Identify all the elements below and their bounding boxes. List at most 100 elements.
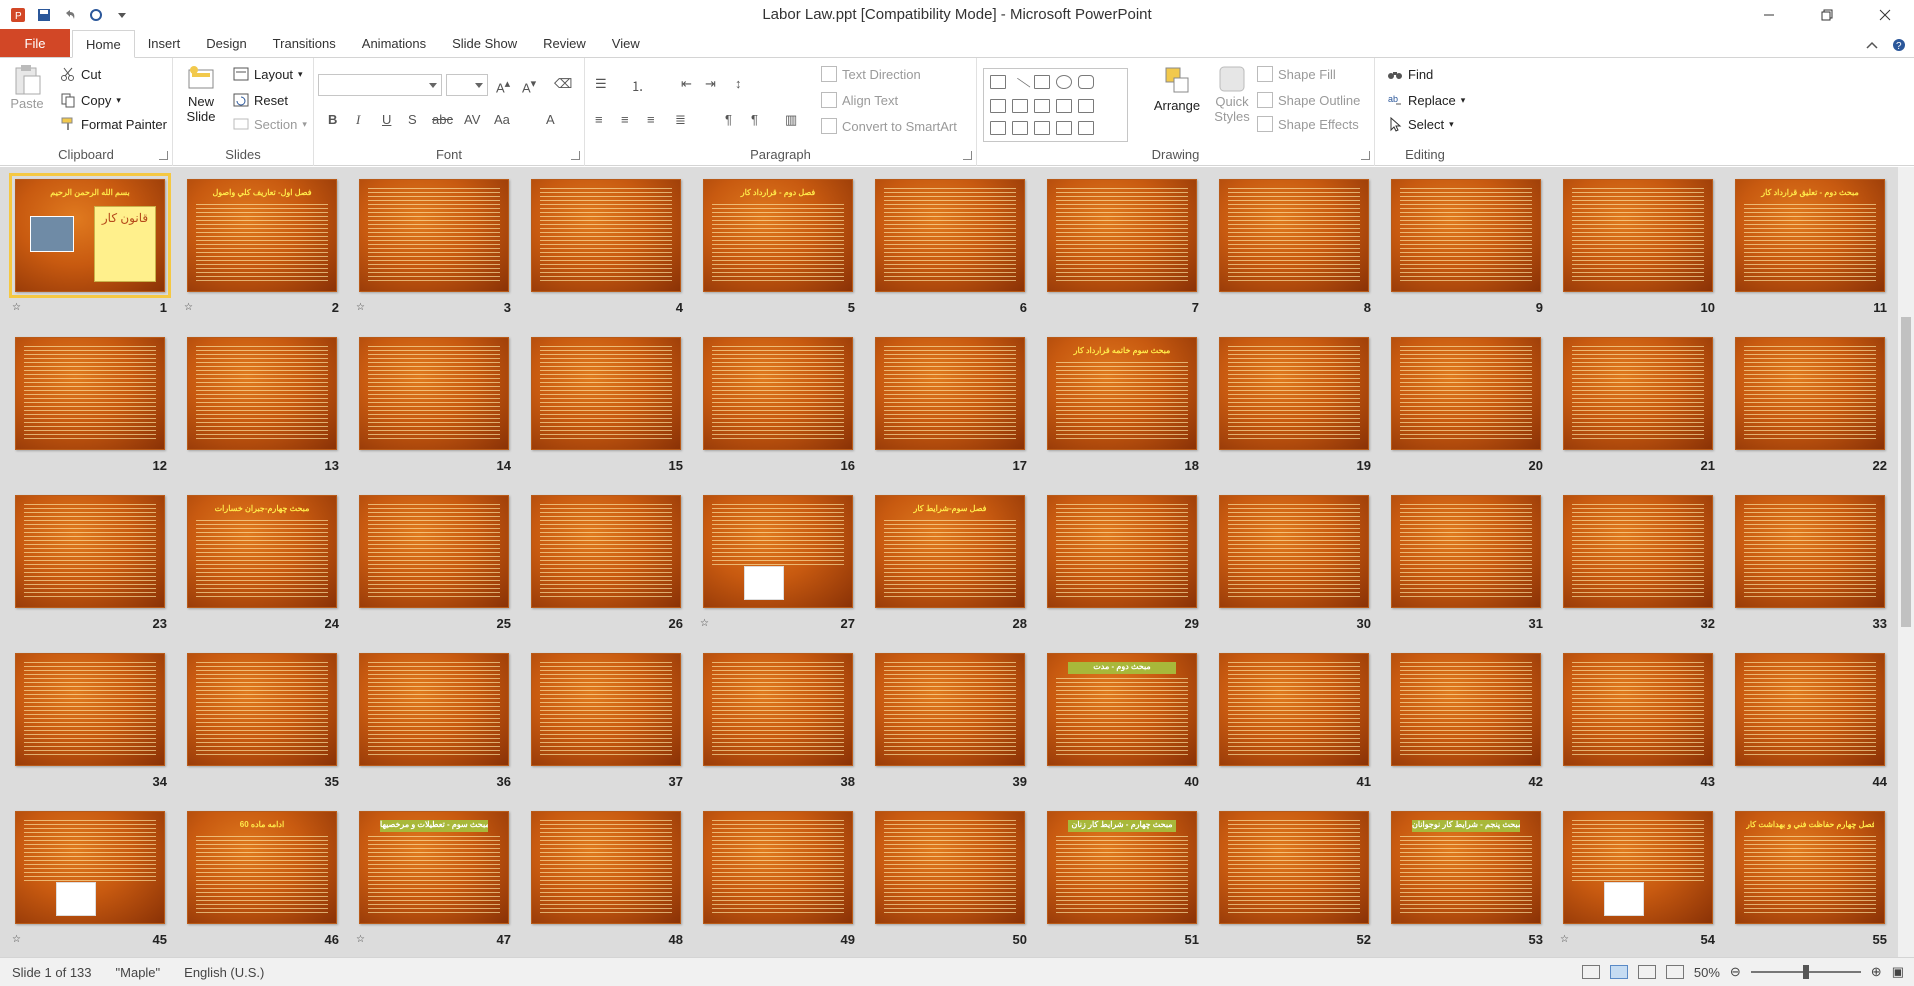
slide-thumbnail-item[interactable]: فصل دوم - قرارداد كار 5 [698, 176, 861, 326]
slide-thumbnail[interactable] [1735, 495, 1885, 608]
slide-thumbnail-item[interactable]: 19 [1214, 334, 1377, 484]
connector-shape-icon[interactable] [1012, 99, 1028, 113]
slide-thumbnail-item[interactable]: 43 [1558, 650, 1721, 800]
columns-icon[interactable]: ▥ [785, 112, 797, 128]
align-center-icon[interactable]: ≡ [621, 112, 629, 127]
zoom-in-icon[interactable]: ⊕ [1871, 964, 1882, 980]
transition-star-icon[interactable]: ☆ [12, 934, 21, 945]
slide-thumbnail-item[interactable]: 23 [10, 492, 173, 642]
brace-shape-icon[interactable] [1034, 121, 1050, 135]
slide-thumbnail-item[interactable]: 52 [1214, 808, 1377, 957]
select-button[interactable]: Select ▾ [1387, 116, 1454, 132]
slide-thumbnail-item[interactable]: 50 [870, 808, 1033, 957]
shrink-font-icon[interactable]: A▾ [522, 77, 536, 95]
slide-thumbnail[interactable] [187, 653, 337, 766]
slide-thumbnail-item[interactable]: مبحث چهارم-جبران خسارات 24 [182, 492, 345, 642]
undo-icon[interactable] [60, 5, 80, 25]
slide-thumbnail[interactable] [1735, 653, 1885, 766]
curve-shape-icon[interactable] [1012, 121, 1028, 135]
font-color-icon[interactable]: A [546, 112, 555, 127]
slide-thumbnail[interactable] [531, 337, 681, 450]
bullets-icon[interactable]: ☰ [595, 76, 607, 92]
slide-thumbnail-item[interactable]: 41 [1214, 650, 1377, 800]
slide-thumbnail-item[interactable]: 12 [10, 334, 173, 484]
language-indicator[interactable]: English (U.S.) [172, 965, 276, 980]
slide-thumbnail-item[interactable]: 42 [1386, 650, 1549, 800]
zoom-level[interactable]: 50% [1694, 965, 1720, 980]
transition-star-icon[interactable]: ☆ [12, 302, 21, 313]
slide-thumbnail[interactable] [531, 495, 681, 608]
align-text-button[interactable]: Align Text [821, 92, 898, 108]
normal-view-icon[interactable] [1581, 965, 1600, 979]
slide-thumbnail[interactable]: مبحث چهارم-جبران خسارات [187, 495, 337, 608]
convert-smartart-button[interactable]: Convert to SmartArt [821, 118, 957, 134]
slide-thumbnail[interactable] [1391, 653, 1541, 766]
shadow-icon[interactable]: S [408, 112, 417, 127]
slide-thumbnail-item[interactable]: 29 [1042, 492, 1205, 642]
elbow-shape-icon[interactable] [1034, 99, 1050, 113]
format-painter-button[interactable]: Format Painter [60, 116, 167, 132]
slide-thumbnail-item[interactable]: بسم الله الرحمن الرحيم قانون كار ☆ 1 [9, 173, 173, 326]
tab-home[interactable]: Home [72, 30, 135, 58]
slide-thumbnail[interactable]: فصل دوم - قرارداد كار [703, 179, 853, 292]
decrease-indent-icon[interactable]: ⇤ [681, 76, 692, 92]
copy-button[interactable]: Copy ▾ [60, 92, 121, 108]
quick-styles-button[interactable]: Quick Styles [1207, 64, 1257, 124]
increase-indent-icon[interactable]: ⇥ [705, 76, 716, 92]
slide-show-view-icon[interactable] [1665, 965, 1684, 979]
slide-thumbnail-item[interactable]: 48 [526, 808, 689, 957]
font-size-dropdown[interactable] [446, 74, 488, 96]
slide-thumbnail[interactable] [1219, 337, 1369, 450]
powerpoint-icon[interactable]: P [8, 5, 28, 25]
clipboard-launcher-icon[interactable] [159, 151, 168, 160]
tab-file[interactable]: File [0, 29, 70, 57]
reading-view-icon[interactable] [1637, 965, 1656, 979]
font-launcher-icon[interactable] [571, 151, 580, 160]
slide-thumbnail-item[interactable]: 22 [1730, 334, 1893, 484]
slide-thumbnail[interactable] [1563, 811, 1713, 924]
slide-thumbnail[interactable]: مبحث دوم - تعليق قرارداد كار [1735, 179, 1885, 292]
slide-thumbnail[interactable] [1219, 495, 1369, 608]
tab-animations[interactable]: Animations [349, 30, 439, 57]
slide-thumbnail-item[interactable]: 17 [870, 334, 1033, 484]
character-spacing-icon[interactable]: AV [464, 112, 480, 127]
slide-thumbnail[interactable] [875, 811, 1025, 924]
minimize-ribbon-icon[interactable] [1866, 38, 1878, 55]
find-button[interactable]: Find [1387, 66, 1433, 82]
slide-thumbnail-item[interactable]: فصل اول- تعاريف كلي واصول ☆ 2 [182, 176, 345, 326]
slide-thumbnail[interactable]: مبحث چهارم - شرايط كار زنان [1047, 811, 1197, 924]
bold-icon[interactable]: B [328, 112, 337, 127]
slide-thumbnail[interactable]: مبحث سوم - تعطيلات و مرخصيها [359, 811, 509, 924]
slide-thumbnail[interactable] [703, 653, 853, 766]
slide-thumbnail[interactable] [187, 337, 337, 450]
slide-thumbnail-item[interactable]: 49 [698, 808, 861, 957]
right-to-left-icon[interactable]: ¶ [751, 112, 758, 127]
justify-icon[interactable]: ≣ [675, 112, 686, 128]
slide-thumbnail-item[interactable]: ادامه ماده 60 46 [182, 808, 345, 957]
star-shape-icon[interactable] [1078, 121, 1094, 135]
slide-thumbnail[interactable] [1563, 653, 1713, 766]
slide-thumbnail[interactable] [531, 811, 681, 924]
shape-effects-button[interactable]: Shape Effects [1257, 116, 1359, 132]
slide-thumbnail-item[interactable]: مبحث سوم - تعطيلات و مرخصيها ☆ 47 [354, 808, 517, 957]
slide-thumbnail-item[interactable]: 14 [354, 334, 517, 484]
bracket-shape-icon[interactable] [1056, 121, 1072, 135]
slide-thumbnail[interactable] [15, 337, 165, 450]
tab-insert[interactable]: Insert [135, 30, 194, 57]
font-name-dropdown[interactable] [318, 74, 442, 96]
shape-outline-button[interactable]: Shape Outline [1257, 92, 1360, 108]
chevron-shape-icon[interactable] [1078, 99, 1094, 113]
close-button[interactable] [1856, 0, 1914, 30]
slide-thumbnail-item[interactable]: 38 [698, 650, 861, 800]
slide-thumbnail[interactable] [1563, 337, 1713, 450]
triangle-shape-icon[interactable] [990, 99, 1006, 113]
slide-thumbnail-item[interactable]: فصل چهارم حفاظت فني و بهداشت كار 55 [1730, 808, 1893, 957]
rectangle-shape-icon[interactable] [1034, 75, 1050, 89]
slide-thumbnail-item[interactable]: 32 [1558, 492, 1721, 642]
slide-thumbnail-item[interactable]: فصل سوم-شرايط كار 28 [870, 492, 1033, 642]
tab-design[interactable]: Design [193, 30, 259, 57]
transition-star-icon[interactable]: ☆ [184, 302, 193, 313]
tab-view[interactable]: View [599, 30, 653, 57]
slide-thumbnail-item[interactable]: 30 [1214, 492, 1377, 642]
slide-thumbnail-item[interactable]: 20 [1386, 334, 1549, 484]
